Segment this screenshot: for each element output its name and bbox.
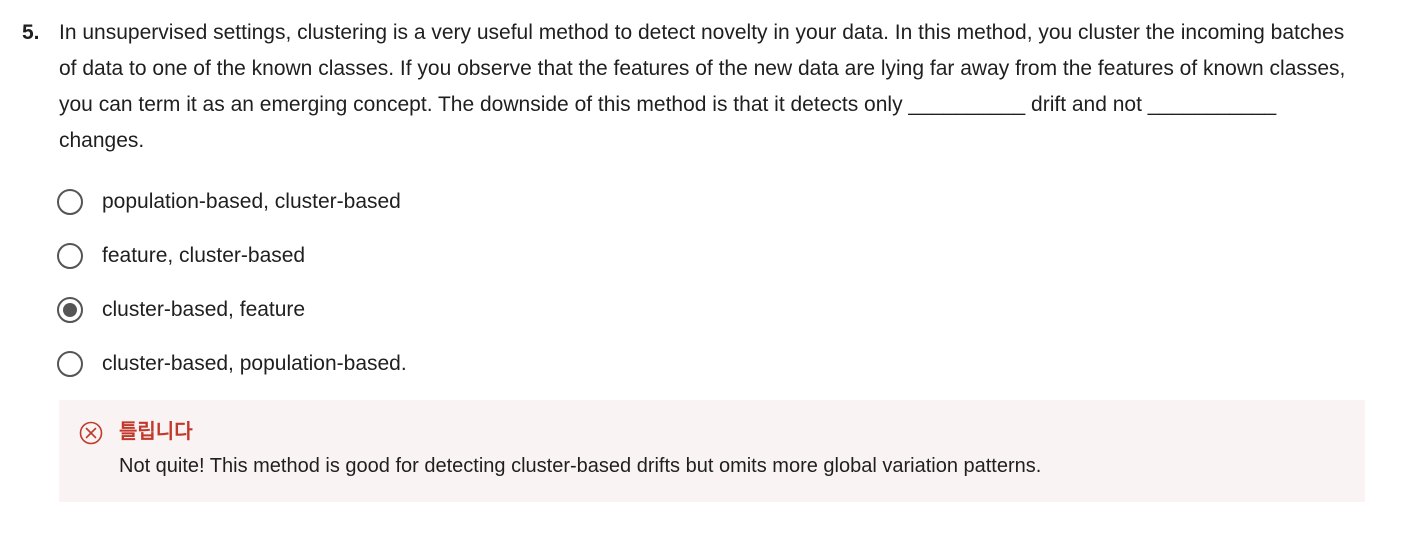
option-label: population-based, cluster-based — [102, 190, 401, 213]
option-1[interactable]: population-based, cluster-based — [57, 184, 957, 220]
error-circle-x-icon — [79, 421, 103, 445]
feedback-text: Not quite! This method is good for detec… — [119, 455, 1042, 477]
option-3[interactable]: cluster-based, feature — [57, 292, 957, 328]
radio-button[interactable] — [57, 189, 83, 215]
feedback-title: 틀립니다 — [119, 421, 193, 443]
question-text: In unsupervised settings, clustering is … — [59, 21, 1346, 152]
option-4[interactable]: cluster-based, population-based. — [57, 346, 957, 382]
radio-button[interactable] — [57, 351, 83, 377]
radio-button-selected[interactable] — [57, 297, 83, 323]
radio-selected-dot — [63, 303, 77, 317]
answer-options: population-based, cluster-based feature,… — [57, 184, 957, 400]
feedback-panel: 틀립니다 Not quite! This method is good for … — [59, 400, 1365, 502]
option-label: feature, cluster-based — [102, 244, 306, 267]
option-label: cluster-based, feature — [102, 298, 306, 321]
option-label: cluster-based, population-based. — [102, 352, 407, 375]
option-2[interactable]: feature, cluster-based — [57, 238, 957, 274]
question-number: 5. — [22, 21, 40, 44]
radio-button[interactable] — [57, 243, 83, 269]
